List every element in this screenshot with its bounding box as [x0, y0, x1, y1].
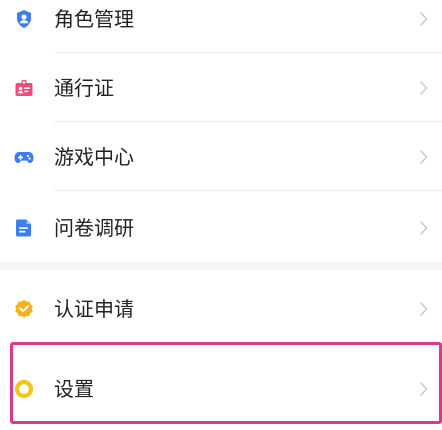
- chevron-right-icon: [419, 12, 428, 26]
- divider: [54, 52, 442, 53]
- document-icon: [16, 219, 31, 237]
- menu-item-pass[interactable]: 通行证: [0, 55, 442, 121]
- menu-item-verification[interactable]: 认证申请: [0, 276, 442, 342]
- settings-menu-screen: 角色管理 通行证 游戏中心 问卷调研 认证申请 设置: [0, 0, 442, 430]
- divider: [54, 343, 442, 344]
- chevron-right-icon: [419, 302, 428, 316]
- menu-item-settings[interactable]: 设置: [0, 356, 442, 422]
- user-shield-icon: [17, 10, 31, 28]
- menu-item-label: 认证申请: [54, 297, 134, 321]
- verified-shield-icon: [15, 299, 33, 318]
- gamepad-icon: [14, 152, 34, 163]
- chevron-right-icon: [419, 221, 428, 235]
- divider: [54, 121, 442, 122]
- menu-item-survey[interactable]: 问卷调研: [0, 195, 442, 261]
- menu-item-label: 角色管理: [54, 7, 134, 31]
- section-separator: [0, 262, 442, 270]
- chevron-right-icon: [419, 81, 428, 95]
- menu-item-label: 通行证: [54, 76, 114, 100]
- menu-item-label: 设置: [54, 377, 94, 401]
- menu-item-role-management[interactable]: 角色管理: [0, 0, 442, 52]
- badge-card-icon: [15, 80, 33, 96]
- chevron-right-icon: [419, 150, 428, 164]
- menu-item-label: 问卷调研: [54, 216, 134, 240]
- divider: [54, 190, 442, 191]
- menu-item-game-center[interactable]: 游戏中心: [0, 124, 442, 190]
- chevron-right-icon: [419, 382, 428, 396]
- settings-ring-icon: [14, 379, 34, 399]
- menu-item-label: 游戏中心: [54, 145, 134, 169]
